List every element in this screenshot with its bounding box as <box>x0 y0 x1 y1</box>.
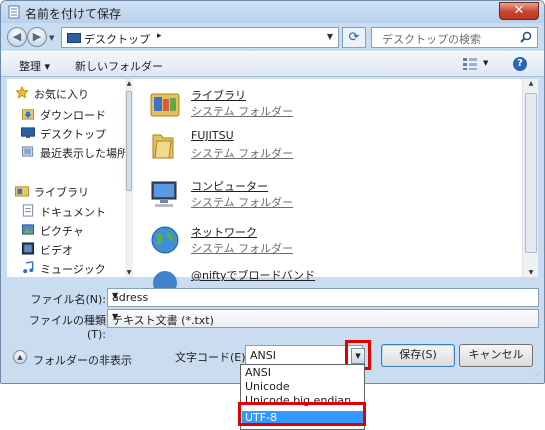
file-list: ライブラリ システム フォルダー FUJITSU システム フォルダー コンピュ… <box>133 79 538 295</box>
filename-label: ファイル名(N): <box>30 293 106 306</box>
encoding-dropdown-icon[interactable]: ▼ <box>351 348 365 364</box>
video-icon <box>21 242 35 255</box>
recent-places-icon <box>21 146 34 157</box>
resize-grip-icon[interactable]: ⋰ <box>532 371 542 381</box>
filetype-label: ファイルの種類(T): <box>29 314 106 341</box>
utf8-highlight <box>238 402 366 426</box>
title-bar: 名前を付けて保存 ✕ <box>1 1 544 23</box>
scroll-up-icon[interactable]: ▲ <box>523 80 539 87</box>
notepad-icon <box>8 5 20 19</box>
nav-music[interactable]: ミュージック <box>21 260 125 276</box>
file-item-network[interactable]: ネットワーク システム フォルダー <box>149 222 509 262</box>
save-button[interactable]: 保存(S) <box>381 344 455 367</box>
navigation-scrollbar[interactable]: ▲ ▼ <box>125 79 133 277</box>
search-icon[interactable] <box>520 31 532 43</box>
file-type: システム フォルダー <box>191 196 294 209</box>
library-icon <box>15 186 29 197</box>
encoding-option-unicode[interactable]: Unicode <box>242 380 363 394</box>
filename-dropdown-icon[interactable]: ▼ <box>112 291 534 300</box>
scroll-down-icon[interactable]: ▼ <box>125 269 133 276</box>
file-name[interactable]: ネットワーク <box>191 224 257 240</box>
filetype-select[interactable]: テキスト文書 (*.txt) ▼ <box>107 309 539 328</box>
nav-downloads-label: ダウンロード <box>40 109 106 122</box>
address-dropdown-icon[interactable]: ▼ <box>327 32 333 41</box>
file-name[interactable]: FUJITSU <box>191 129 234 142</box>
desktop-icon <box>21 127 35 139</box>
close-button[interactable]: ✕ <box>499 2 539 20</box>
navigation-bar: ◀ ▶ ▼ デスクトップ ▸ ▼ ⟳ デスクトップの検索 <box>1 23 544 51</box>
encoding-value[interactable]: ANSI <box>250 349 276 362</box>
download-folder-icon <box>21 109 35 120</box>
file-type: システム フォルダー <box>191 147 294 160</box>
command-toolbar: 整理 ▾ 新しいフォルダー ▼ ? <box>1 51 544 77</box>
hide-folders-label[interactable]: フォルダーの非表示 <box>33 352 132 368</box>
search-box[interactable]: デスクトップの検索 <box>371 27 538 48</box>
nav-desktop-label: デスクトップ <box>40 128 106 141</box>
help-icon[interactable]: ? <box>513 57 527 71</box>
nav-recent-places[interactable]: 最近表示した場所 <box>21 144 125 160</box>
computer-icon <box>151 181 177 207</box>
user-folder-icon <box>152 134 174 159</box>
network-icon <box>151 226 179 254</box>
file-list-scrollbar[interactable]: ▲ ▼ <box>522 79 538 277</box>
new-folder-button[interactable]: 新しいフォルダー <box>75 58 163 74</box>
recent-pages-chevron-icon[interactable]: ▼ <box>49 34 54 42</box>
file-name[interactable]: ライブラリ <box>191 87 246 103</box>
music-icon <box>23 261 34 274</box>
window-title: 名前を付けて保存 <box>25 7 122 21</box>
nav-libraries[interactable]: ライブラリ <box>15 183 119 199</box>
file-type: システム フォルダー <box>191 242 294 255</box>
file-item-fujitsu[interactable]: FUJITSU システム フォルダー <box>149 127 509 167</box>
address-location[interactable]: デスクトップ <box>84 31 150 47</box>
file-name[interactable]: コンピューター <box>191 178 268 194</box>
forward-button[interactable]: ▶ <box>27 27 47 47</box>
library-icon <box>150 93 180 117</box>
nav-libraries-label: ライブラリ <box>34 186 89 199</box>
address-bar[interactable]: デスクトップ ▸ ▼ <box>61 27 339 48</box>
nav-pictures[interactable]: ピクチャ <box>21 222 125 238</box>
encoding-option-ansi[interactable]: ANSI <box>242 366 363 380</box>
nav-downloads[interactable]: ダウンロード <box>21 106 125 122</box>
hide-folders-chevron-icon[interactable]: ▲ <box>13 350 27 364</box>
view-dropdown-icon[interactable]: ▼ <box>483 59 488 67</box>
star-icon <box>15 86 29 99</box>
back-button[interactable]: ◀ <box>7 27 27 47</box>
organize-menu[interactable]: 整理 ▾ <box>19 58 50 74</box>
file-item-library[interactable]: ライブラリ システム フォルダー <box>149 85 509 125</box>
breadcrumb-chevron-icon[interactable]: ▸ <box>157 31 162 41</box>
nav-videos-label: ビデオ <box>40 244 73 257</box>
nav-documents-label: ドキュメント <box>40 206 106 219</box>
filetype-dropdown-icon[interactable]: ▼ <box>112 312 534 321</box>
filename-field[interactable]: adress ▼ <box>107 288 539 307</box>
nav-recent-places-label: 最近表示した場所 <box>40 147 125 160</box>
pictures-icon <box>21 224 35 235</box>
documents-icon <box>22 204 34 217</box>
nav-favorites[interactable]: お気に入り <box>15 85 119 101</box>
scrollbar-thumb[interactable] <box>126 91 132 191</box>
refresh-icon[interactable]: ⟳ <box>342 27 366 48</box>
search-placeholder[interactable]: デスクトップの検索 <box>382 31 481 47</box>
view-options-icon[interactable] <box>463 58 477 70</box>
nav-desktop[interactable]: デスクトップ <box>21 125 125 141</box>
cancel-button[interactable]: キャンセル <box>459 344 533 367</box>
file-item-computer[interactable]: コンピューター システム フォルダー <box>149 176 509 216</box>
nav-favorites-label: お気に入り <box>34 88 89 101</box>
nav-videos[interactable]: ビデオ <box>21 241 125 257</box>
encoding-label: 文字コード(E): <box>175 351 250 364</box>
save-as-dialog: 名前を付けて保存 ✕ ◀ ▶ ▼ デスクトップ ▸ ▼ ⟳ デスクトップの検索 … <box>0 0 545 384</box>
navigation-pane: お気に入り ダウンロード デスクトップ 最近表示した場所 ライブラリ ドキュメン… <box>7 79 133 277</box>
scroll-up-icon[interactable]: ▲ <box>125 80 133 87</box>
file-type: システム フォルダー <box>191 105 294 118</box>
nav-pictures-label: ピクチャ <box>40 225 84 238</box>
scrollbar-thumb[interactable] <box>525 93 537 253</box>
desktop-icon <box>67 33 81 43</box>
nav-music-label: ミュージック <box>40 263 106 276</box>
scroll-down-icon[interactable]: ▼ <box>523 269 539 276</box>
nav-documents[interactable]: ドキュメント <box>21 203 125 219</box>
